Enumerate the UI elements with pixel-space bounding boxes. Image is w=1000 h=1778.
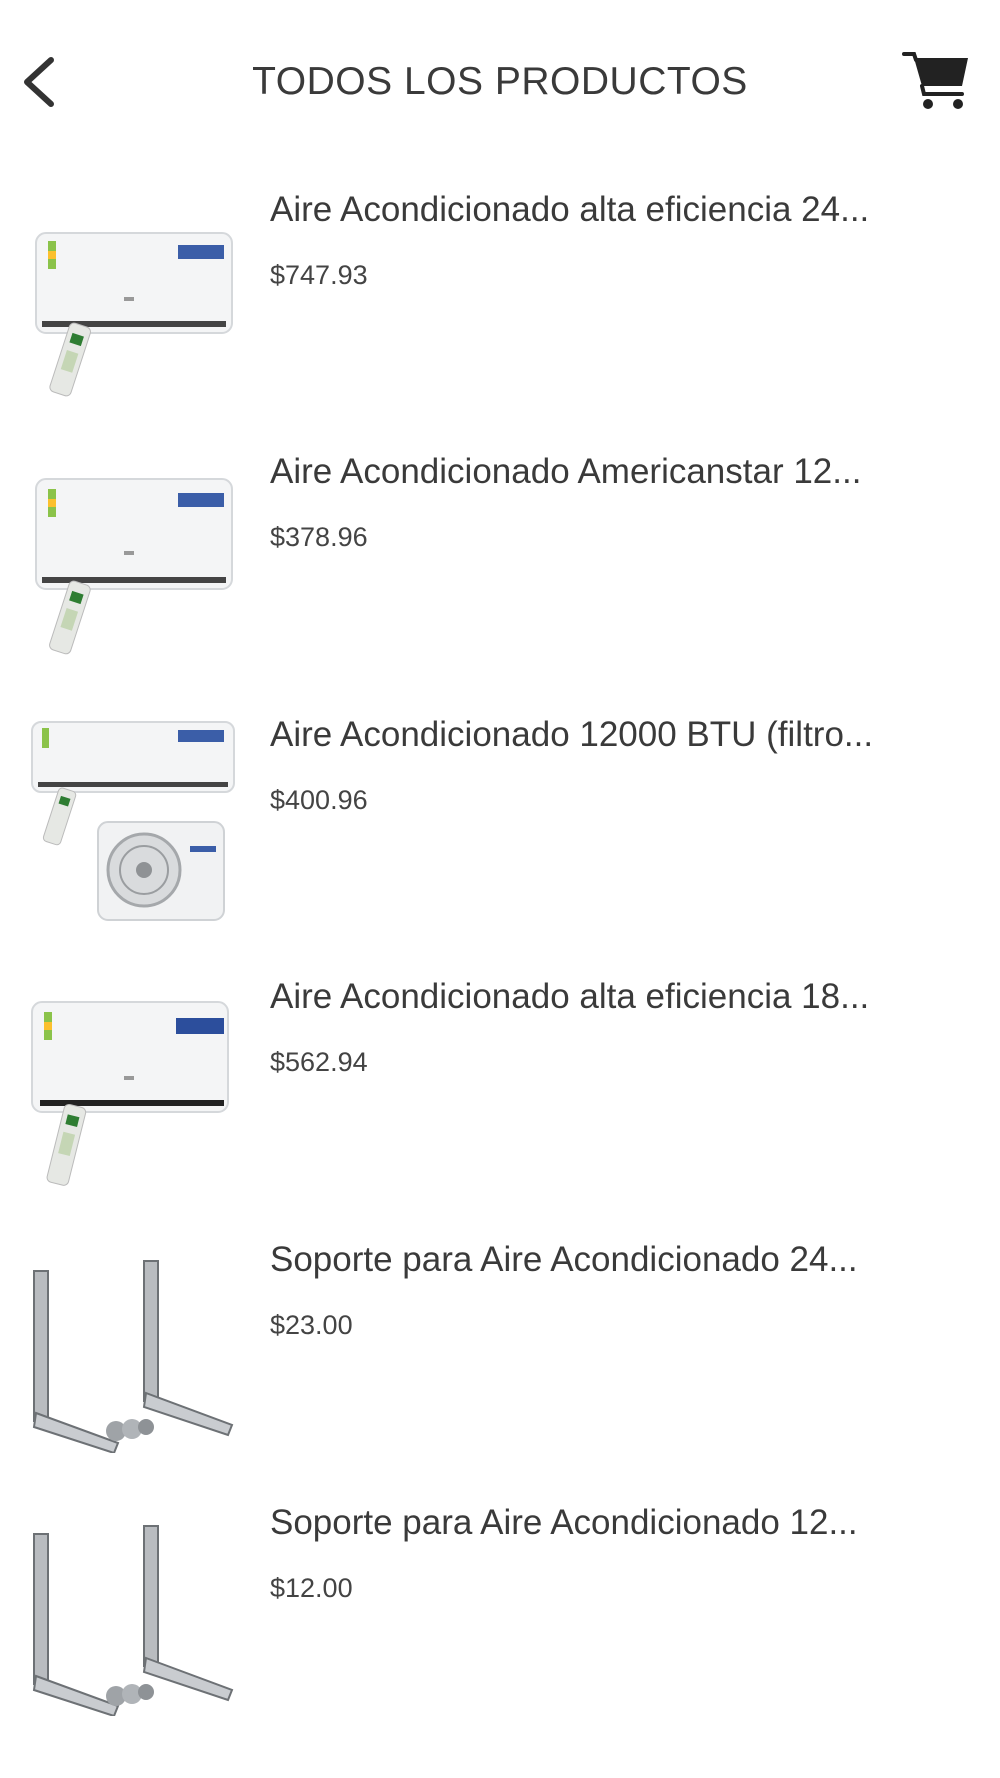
product-price: $378.96 [270, 522, 368, 552]
product-item[interactable]: Aire Acondicionado Americanstar 12... $3… [0, 447, 1000, 687]
product-item[interactable]: Soporte para Aire Acondicionado 24... $2… [0, 1235, 1000, 1475]
header: TODOS LOS PRODUCTOS [0, 0, 1000, 160]
product-name: Aire Acondicionado Americanstar 12... [270, 452, 862, 491]
product-image [28, 1506, 238, 1716]
product-name: Aire Acondicionado 12000 BTU (filtro... [270, 715, 874, 754]
cart-icon [902, 52, 968, 109]
product-image [28, 1243, 238, 1453]
product-image [28, 193, 238, 403]
product-price: $23.00 [270, 1310, 353, 1340]
product-item[interactable]: Aire Acondicionado alta eficiencia 18...… [0, 972, 1000, 1212]
product-image [28, 455, 238, 665]
product-price: $747.93 [270, 260, 368, 290]
product-name: Aire Acondicionado alta eficiencia 18... [270, 977, 870, 1016]
product-price: $400.96 [270, 785, 368, 815]
product-item[interactable]: Aire Acondicionado 12000 BTU (filtro... … [0, 710, 1000, 950]
chevron-left-icon [24, 57, 54, 107]
product-price: $562.94 [270, 1047, 368, 1077]
product-item[interactable]: Soporte para Aire Acondicionado 12... $1… [0, 1498, 1000, 1738]
product-name: Aire Acondicionado alta eficiencia 24... [270, 190, 870, 229]
product-image [28, 980, 238, 1190]
page-title: TODOS LOS PRODUCTOS [252, 60, 748, 103]
back-button[interactable] [14, 52, 64, 112]
product-name: Soporte para Aire Acondicionado 12... [270, 1503, 858, 1542]
product-item[interactable]: Aire Acondicionado alta eficiencia 24...… [0, 185, 1000, 425]
product-name: Soporte para Aire Acondicionado 24... [270, 1240, 858, 1279]
product-image [28, 718, 238, 928]
cart-button[interactable] [900, 44, 972, 116]
product-price: $12.00 [270, 1573, 353, 1603]
